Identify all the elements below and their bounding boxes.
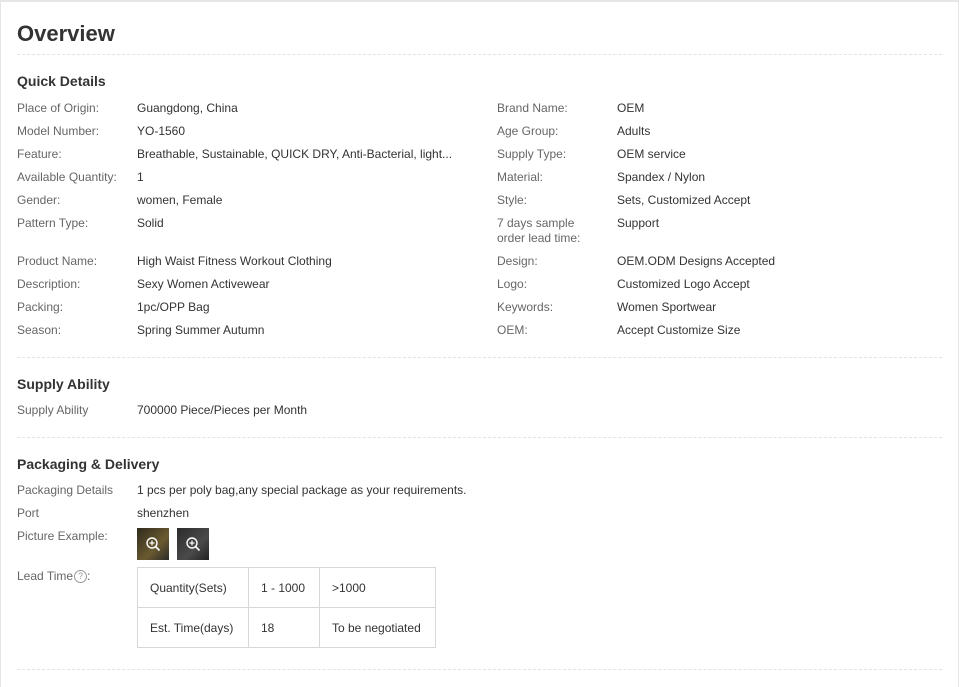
value-gender: women, Female (137, 193, 223, 207)
value-place-of-origin: Guangdong, China (137, 101, 238, 115)
label-material: Material: (497, 170, 544, 184)
table-cell: 1 - 1000 (248, 567, 320, 608)
value-available-quantity: 1 (137, 170, 144, 184)
label-design: Design: (497, 254, 538, 268)
packaging-heading: Packaging & Delivery (17, 456, 160, 472)
value-design: OEM.ODM Designs Accepted (617, 254, 776, 268)
label-place-of-origin: Place of Origin: (17, 101, 100, 115)
label-available-quantity: Available Quantity: (17, 170, 117, 184)
table-cell: 18 (248, 607, 320, 648)
label-picture-example: Picture Example: (17, 529, 108, 543)
label-oem: OEM: (497, 323, 528, 337)
label-keywords: Keywords: (497, 300, 554, 314)
value-sample-lead-time: Support (617, 216, 660, 230)
lead-time-table: Quantity(Sets) 1 - 1000 >1000 Est. Time(… (137, 567, 436, 648)
label-sample-lead-time: 7 days sample order lead time: (497, 216, 581, 245)
quick-details-heading: Quick Details (17, 73, 106, 89)
label-lead-time: Lead Time?: (17, 569, 90, 584)
supply-ability-heading: Supply Ability (17, 376, 110, 392)
label-brand-name: Brand Name: (497, 101, 568, 115)
divider (17, 54, 942, 55)
value-product-name: High Waist Fitness Workout Clothing (137, 254, 332, 268)
value-brand-name: OEM (617, 101, 645, 115)
divider (17, 669, 942, 670)
table-row: Quantity(Sets) 1 - 1000 >1000 (137, 567, 436, 608)
zoom-icon (146, 537, 161, 552)
label-age-group: Age Group: (497, 124, 559, 138)
picture-thumbnail[interactable] (137, 528, 169, 560)
value-packing: 1pc/OPP Bag (137, 300, 210, 314)
picture-thumbnail[interactable] (177, 528, 209, 560)
label-supply-ability: Supply Ability (17, 403, 89, 417)
value-description: Sexy Women Activewear (137, 277, 270, 291)
value-model-number: YO-1560 (137, 124, 186, 138)
label-model-number: Model Number: (17, 124, 100, 138)
value-keywords: Women Sportwear (617, 300, 717, 314)
label-gender: Gender: (17, 193, 61, 207)
table-cell: >1000 (319, 567, 436, 608)
table-cell: Quantity(Sets) (137, 567, 249, 608)
value-packaging-details: 1 pcs per poly bag,any special package a… (137, 483, 467, 497)
value-feature: Breathable, Sustainable, QUICK DRY, Anti… (137, 147, 453, 161)
lead-time-colon: : (87, 569, 91, 583)
table-cell: Est. Time(days) (137, 607, 249, 648)
label-style: Style: (497, 193, 528, 207)
value-oem: Accept Customize Size (617, 323, 741, 337)
divider (17, 357, 942, 358)
label-packaging-details: Packaging Details (17, 483, 114, 497)
page-title: Overview (17, 21, 115, 46)
value-logo: Customized Logo Accept (617, 277, 750, 291)
label-port: Port (17, 506, 40, 520)
label-supply-type: Supply Type: (497, 147, 567, 161)
value-port: shenzhen (137, 506, 190, 520)
value-material: Spandex / Nylon (617, 170, 706, 184)
value-pattern-type: Solid (137, 216, 164, 230)
divider (17, 437, 942, 438)
label-packing: Packing: (17, 300, 64, 314)
label-description: Description: (17, 277, 81, 291)
value-supply-type: OEM service (617, 147, 686, 161)
label-season: Season: (17, 323, 62, 337)
label-pattern-type: Pattern Type: (17, 216, 89, 230)
value-season: Spring Summer Autumn (137, 323, 265, 337)
label-product-name: Product Name: (17, 254, 98, 268)
help-icon[interactable]: ? (74, 570, 88, 584)
lead-time-text: Lead Time (17, 569, 74, 583)
zoom-icon (186, 537, 201, 552)
value-supply-ability: 700000 Piece/Pieces per Month (137, 403, 308, 417)
value-style: Sets, Customized Accept (617, 193, 751, 207)
table-cell: To be negotiated (319, 607, 436, 648)
label-feature: Feature: (17, 147, 62, 161)
value-age-group: Adults (617, 124, 651, 138)
table-row: Est. Time(days) 18 To be negotiated (137, 607, 436, 648)
label-logo: Logo: (497, 277, 528, 291)
